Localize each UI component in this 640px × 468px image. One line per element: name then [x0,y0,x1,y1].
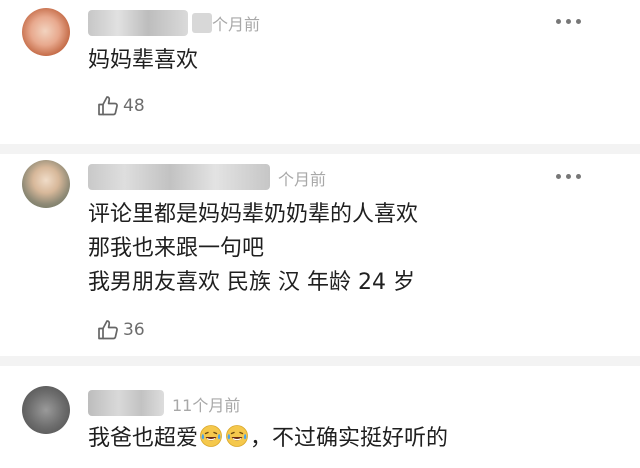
like-button[interactable]: 48 [96,92,145,120]
comment-text-segment: ，不过确实挺好听的 [250,426,449,451]
divider [0,356,640,366]
thumbs-up-icon [98,320,118,340]
comment-text-line: 我男朋友喜欢 民族 汉 年龄 24 岁 [88,270,415,295]
username-blurred[interactable] [88,10,188,36]
comment-item: 11个月前 我爸也超爱 ，不过确实挺好听的 [0,370,640,468]
laughing-tears-emoji-icon [200,425,222,447]
like-count: 36 [123,320,145,340]
comment-time: 个月前 [278,170,327,189]
like-count: 48 [123,96,145,116]
avatar[interactable] [22,386,70,434]
laughing-tears-emoji-icon [226,425,248,447]
comment-item: 个月前 评论里都是妈妈辈奶奶辈的人喜欢 那我也来跟一句吧 我男朋友喜欢 民族 汉… [0,150,640,356]
avatar[interactable] [22,160,70,208]
comment-text: 妈妈辈喜欢 [88,44,198,78]
username-blurred[interactable] [88,164,270,190]
username-blurred[interactable] [88,390,164,416]
comment-text-segment: 我爸也超爱 [88,426,199,451]
comment-text-line: 评论里都是妈妈辈奶奶辈的人喜欢 [88,202,419,227]
more-options-icon[interactable] [556,19,582,27]
like-button[interactable]: 36 [96,316,145,344]
name-badge-blurred [192,13,212,33]
more-options-icon[interactable] [556,174,582,182]
comment-text-line: 妈妈辈喜欢 [88,48,199,73]
thumbs-up-icon [98,96,118,116]
comment-time: 11个月前 [172,396,241,415]
comment-text: 评论里都是妈妈辈奶奶辈的人喜欢 那我也来跟一句吧 我男朋友喜欢 民族 汉 年龄 … [88,198,418,300]
comment-text-line: 那我也来跟一句吧 [88,236,265,261]
comment-item: 个月前 妈妈辈喜欢 48 [0,0,640,144]
avatar[interactable] [22,8,70,56]
comment-text: 我爸也超爱 ，不过确实挺好听的 [88,422,448,456]
comment-time: 个月前 [212,15,261,34]
